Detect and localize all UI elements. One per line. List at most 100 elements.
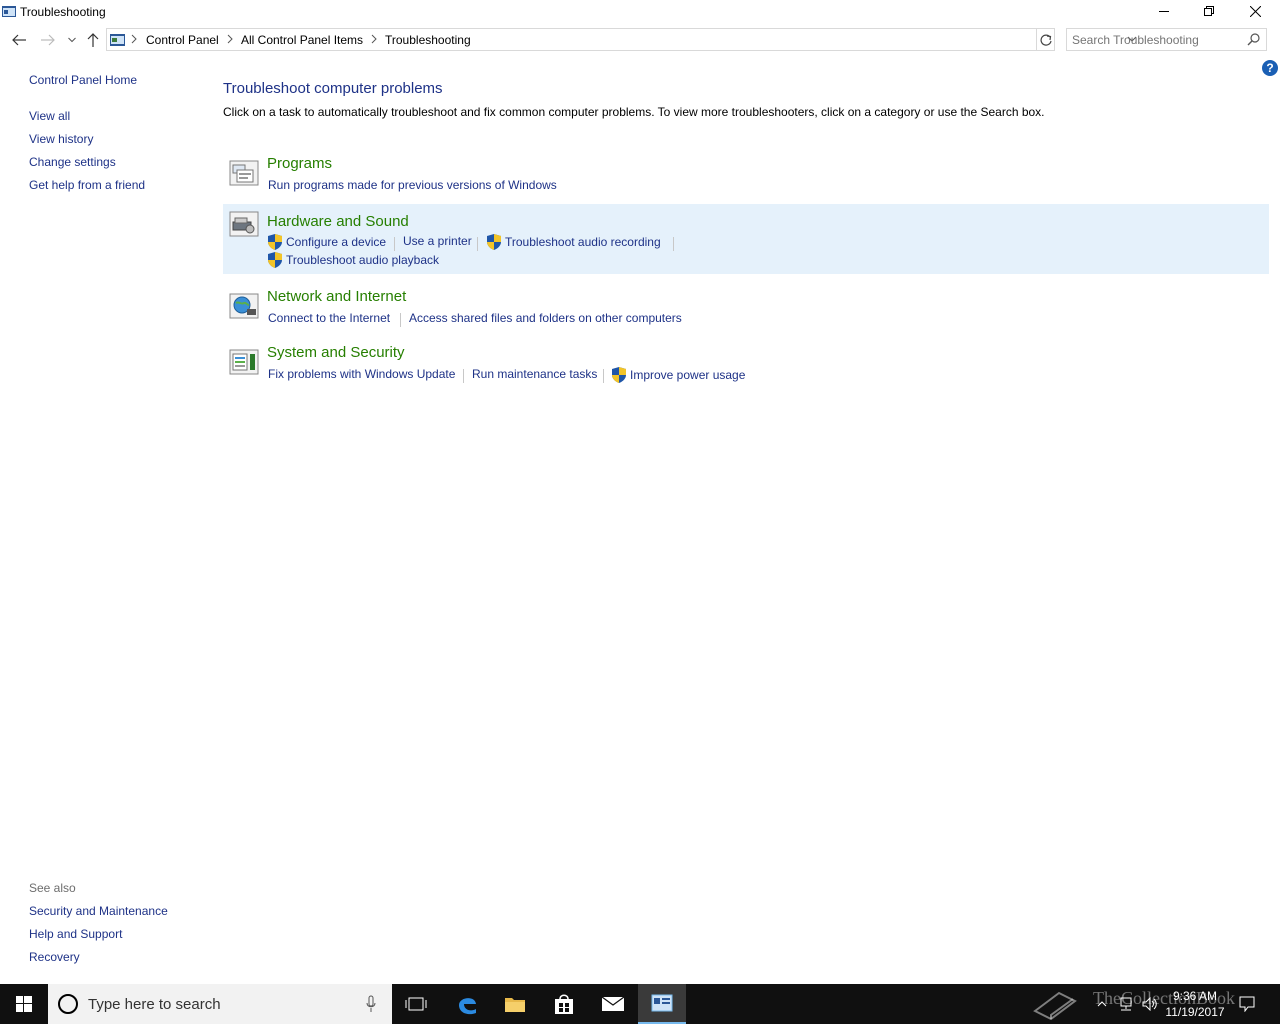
task-troubleshoot-audio-recording[interactable]: Troubleshoot audio recording bbox=[505, 235, 661, 249]
control-panel-home-link[interactable]: Control Panel Home bbox=[29, 73, 137, 87]
microphone-icon[interactable] bbox=[366, 995, 376, 1013]
uac-shield-icon bbox=[612, 367, 626, 383]
task-separator bbox=[400, 313, 401, 327]
uac-shield-icon bbox=[268, 234, 282, 250]
task-run-old-programs[interactable]: Run programs made for previous versions … bbox=[268, 178, 557, 192]
network-icon[interactable] bbox=[229, 291, 259, 321]
windows-logo-icon bbox=[16, 996, 32, 1012]
close-button[interactable] bbox=[1232, 0, 1278, 22]
view-all-link[interactable]: View all bbox=[29, 109, 70, 123]
task-view-icon bbox=[405, 997, 427, 1011]
navigation-bar: Control Panel All Control Panel Items Tr… bbox=[0, 27, 1280, 53]
breadcrumb-all-items[interactable]: All Control Panel Items bbox=[241, 33, 363, 47]
task-use-printer[interactable]: Use a printer bbox=[403, 234, 472, 248]
notification-icon bbox=[1239, 996, 1255, 1012]
hardware-sound-icon[interactable] bbox=[229, 209, 259, 239]
speaker-icon bbox=[1142, 997, 1157, 1011]
category-title-network-internet[interactable]: Network and Internet bbox=[267, 288, 406, 305]
task-run-maintenance[interactable]: Run maintenance tasks bbox=[472, 367, 597, 381]
category-title-hardware-sound[interactable]: Hardware and Sound bbox=[267, 213, 409, 230]
category-programs: Programs Run programs made for previous … bbox=[223, 153, 1269, 201]
clock[interactable]: 9:36 AM 11/19/2017 bbox=[1160, 988, 1230, 1020]
uac-shield-icon bbox=[487, 234, 501, 250]
get-help-from-friend-link[interactable]: Get help from a friend bbox=[29, 178, 145, 192]
folder-icon bbox=[505, 998, 525, 1012]
page-description: Click on a task to automatically trouble… bbox=[223, 105, 1045, 119]
up-arrow-icon bbox=[87, 33, 99, 47]
back-arrow-icon bbox=[12, 34, 26, 46]
programs-icon[interactable] bbox=[229, 158, 259, 188]
task-configure-device[interactable]: Configure a device bbox=[286, 235, 386, 249]
address-bar[interactable]: Control Panel All Control Panel Items Tr… bbox=[106, 28, 1137, 51]
action-center-button[interactable] bbox=[1236, 984, 1258, 1024]
category-network-internet: Network and Internet Connect to the Inte… bbox=[223, 286, 1269, 334]
up-button[interactable] bbox=[83, 30, 103, 50]
search-input[interactable] bbox=[1067, 29, 1242, 50]
forward-arrow-icon bbox=[41, 34, 55, 46]
breadcrumb-chevron-icon bbox=[227, 34, 233, 44]
network-tray-icon bbox=[1120, 997, 1132, 1011]
task-separator bbox=[477, 237, 478, 251]
control-panel-icon bbox=[110, 34, 125, 46]
change-settings-link[interactable]: Change settings bbox=[29, 155, 116, 169]
mail-icon bbox=[601, 996, 625, 1011]
restore-button[interactable] bbox=[1186, 0, 1232, 22]
task-connect-internet[interactable]: Connect to the Internet bbox=[268, 311, 390, 325]
view-history-link[interactable]: View history bbox=[29, 132, 93, 146]
restore-icon bbox=[1204, 6, 1214, 16]
search-icon[interactable] bbox=[1247, 33, 1260, 46]
back-button[interactable] bbox=[9, 30, 29, 50]
uac-shield-icon bbox=[268, 252, 282, 268]
taskbar-search-box[interactable]: Type here to search bbox=[48, 984, 392, 1024]
task-fix-windows-update[interactable]: Fix problems with Windows Update bbox=[268, 367, 455, 381]
watermark-logo bbox=[1030, 984, 1080, 1024]
window-title: Troubleshooting bbox=[20, 5, 106, 19]
task-troubleshoot-audio-playback[interactable]: Troubleshoot audio playback bbox=[286, 253, 439, 267]
help-icon: ? bbox=[1266, 61, 1274, 75]
left-pane: Control Panel Home View all View history… bbox=[0, 57, 200, 982]
task-view-button[interactable] bbox=[392, 984, 440, 1024]
control-panel-taskbar-button[interactable] bbox=[638, 984, 686, 1024]
refresh-button[interactable] bbox=[1037, 28, 1055, 51]
store-taskbar-button[interactable] bbox=[540, 984, 588, 1024]
help-support-link[interactable]: Help and Support bbox=[29, 927, 122, 941]
task-separator bbox=[673, 237, 674, 251]
category-title-system-security[interactable]: System and Security bbox=[267, 344, 405, 361]
category-title-programs[interactable]: Programs bbox=[267, 155, 332, 172]
recovery-link[interactable]: Recovery bbox=[29, 950, 80, 964]
chevron-up-icon bbox=[1097, 1001, 1107, 1007]
search-box[interactable] bbox=[1066, 28, 1267, 51]
show-hidden-icons-button[interactable] bbox=[1094, 984, 1110, 1024]
breadcrumb-chevron-icon bbox=[371, 34, 377, 44]
edge-icon bbox=[459, 998, 476, 1015]
breadcrumb-troubleshooting[interactable]: Troubleshooting bbox=[385, 33, 471, 47]
start-button[interactable] bbox=[0, 984, 48, 1024]
volume-tray-button[interactable] bbox=[1140, 984, 1160, 1024]
file-explorer-taskbar-button[interactable] bbox=[491, 984, 539, 1024]
clock-time: 9:36 AM bbox=[1172, 989, 1218, 1003]
task-access-shared-files[interactable]: Access shared files and folders on other… bbox=[409, 311, 682, 325]
refresh-icon bbox=[1039, 34, 1052, 46]
forward-button[interactable] bbox=[38, 30, 58, 50]
taskbar-search-placeholder: Type here to search bbox=[88, 996, 221, 1013]
breadcrumb-control-panel[interactable]: Control Panel bbox=[146, 33, 219, 47]
recent-locations-button[interactable] bbox=[62, 30, 82, 50]
help-button[interactable]: ? bbox=[1262, 60, 1278, 76]
minimize-button[interactable] bbox=[1141, 0, 1187, 22]
network-tray-button[interactable] bbox=[1116, 984, 1136, 1024]
breadcrumb-chevron-icon bbox=[131, 34, 137, 44]
control-panel-icon bbox=[651, 994, 673, 1012]
cortana-icon bbox=[58, 994, 78, 1014]
category-system-security: System and Security Fix problems with Wi… bbox=[223, 342, 1269, 390]
close-icon bbox=[1249, 5, 1261, 17]
title-bar: Troubleshooting bbox=[0, 0, 1280, 24]
system-security-icon[interactable] bbox=[229, 347, 259, 377]
task-separator bbox=[394, 237, 395, 251]
edge-taskbar-button[interactable] bbox=[443, 984, 491, 1024]
see-also-label: See also bbox=[29, 881, 76, 895]
security-maintenance-link[interactable]: Security and Maintenance bbox=[29, 904, 168, 918]
task-improve-power-usage[interactable]: Improve power usage bbox=[630, 368, 745, 382]
mail-taskbar-button[interactable] bbox=[589, 984, 637, 1024]
store-icon bbox=[555, 994, 573, 1014]
chevron-down-icon bbox=[68, 37, 76, 43]
